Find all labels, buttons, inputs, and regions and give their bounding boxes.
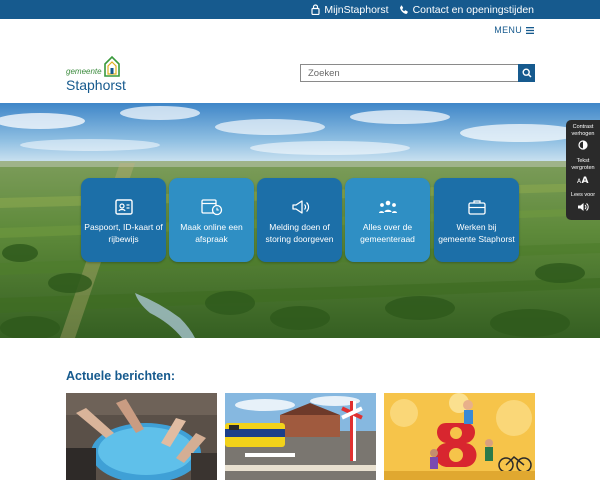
quick-links: Paspoort, ID-kaart of rijbewijs Maak onl… <box>81 178 521 262</box>
contrast-icon <box>578 137 588 155</box>
mijnstaphorst-link[interactable]: MijnStaphorst <box>311 3 389 16</box>
tile-werken-label: Werken bij gemeente Staphorst <box>438 222 515 244</box>
phone-icon <box>399 5 409 15</box>
contact-link[interactable]: Contact en openingstijden <box>399 4 534 16</box>
hamburger-icon <box>526 26 534 34</box>
contrast-label: Contrast verhogen <box>571 124 595 137</box>
page: MijnStaphorst Contact en openingstijden … <box>0 0 600 480</box>
contrast-button[interactable]: Contrast verhogen <box>566 124 600 155</box>
text-size-icon: AA <box>577 171 589 189</box>
news-card-1[interactable] <box>66 393 217 480</box>
news-card-2[interactable] <box>225 393 376 480</box>
news-card-3[interactable] <box>384 393 535 480</box>
menu-label: MENU <box>494 25 522 35</box>
search-icon <box>521 66 532 81</box>
tile-gemeenteraad[interactable]: Alles over de gemeenteraad <box>345 178 430 262</box>
menu-button[interactable]: MENU <box>494 25 534 35</box>
accessibility-panel: Contrast verhogen Tekst vergroten AA Lee… <box>566 120 600 220</box>
logo-small-text: gemeente <box>66 67 102 76</box>
search-button[interactable] <box>518 64 535 82</box>
read-aloud-button[interactable]: Lees voor <box>571 192 595 217</box>
council-icon <box>377 198 399 222</box>
contact-label: Contact en openingstijden <box>412 3 534 16</box>
tile-werken[interactable]: Werken bij gemeente Staphorst <box>434 178 519 262</box>
train-level-crossing-photo <box>225 393 376 480</box>
tile-melding[interactable]: Melding doen of storing doorgeven <box>257 178 342 262</box>
speaker-icon <box>577 199 589 217</box>
top-bar: MijnStaphorst Contact en openingstijden <box>0 0 600 19</box>
tile-gemeenteraad-label: Alles over de gemeenteraad <box>360 222 415 244</box>
calendar-clock-icon <box>200 198 223 222</box>
briefcase-icon <box>467 198 487 222</box>
tile-paspoort[interactable]: Paspoort, ID-kaart of rijbewijs <box>81 178 166 262</box>
logo[interactable]: gemeente Staphorst <box>66 55 136 95</box>
festival-illustration <box>384 393 535 480</box>
tile-melding-label: Melding doen of storing doorgeven <box>265 222 334 244</box>
search-bar <box>300 64 535 82</box>
megaphone-icon <box>290 198 310 222</box>
text-size-button[interactable]: Tekst vergroten AA <box>566 158 600 189</box>
lock-icon <box>311 4 320 15</box>
news-title: Actuele berichten: <box>66 369 176 383</box>
search-input[interactable] <box>300 64 518 82</box>
id-card-icon <box>114 198 134 222</box>
mijnstaphorst-label: MijnStaphorst <box>324 3 389 16</box>
svg-text:A: A <box>582 176 589 184</box>
tile-afspraak[interactable]: Maak online een afspraak <box>169 178 254 262</box>
tile-paspoort-label: Paspoort, ID-kaart of rijbewijs <box>84 222 163 244</box>
logo-big-text: Staphorst <box>66 77 126 93</box>
text-size-label: Tekst vergroten <box>571 158 595 171</box>
feet-in-water-photo <box>66 393 217 480</box>
tile-afspraak-label: Maak online een afspraak <box>180 222 243 244</box>
